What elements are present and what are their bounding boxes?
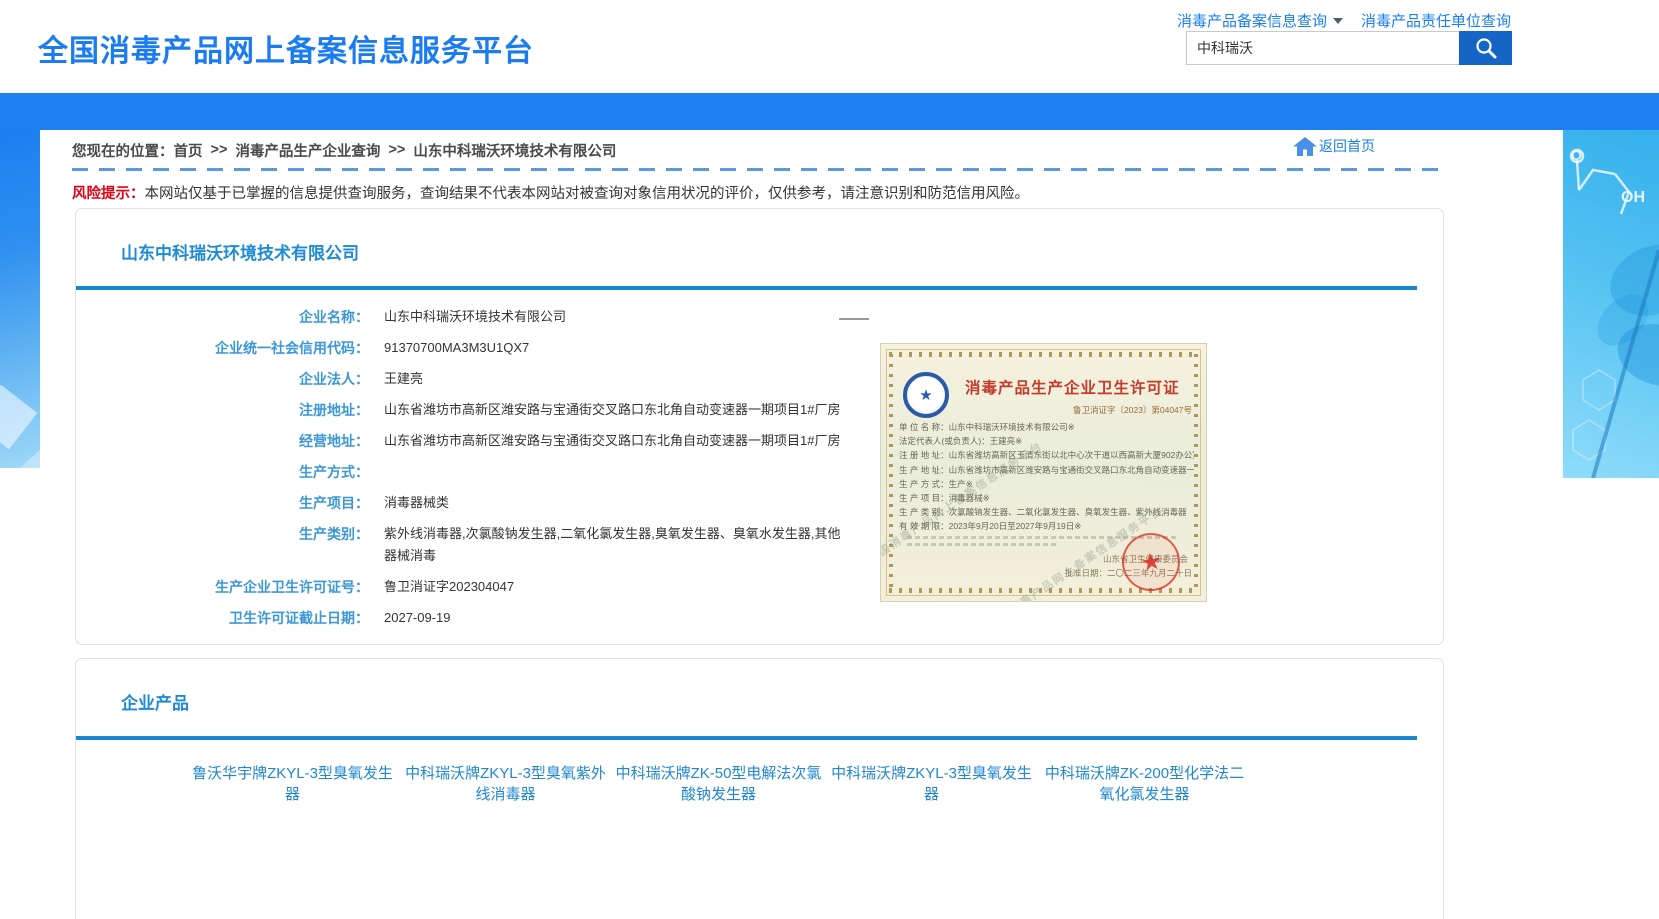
field-row: 企业名称： 山东中科瑞沃环境技术有限公司	[76, 306, 936, 328]
field-row: 生产类别： 紫外线消毒器,次氯酸钠发生器,二氧化氯发生器,臭氧发生器、臭氧水发生…	[76, 523, 936, 567]
card-divider	[76, 736, 1417, 740]
field-value: 山东中科瑞沃环境技术有限公司	[384, 306, 566, 328]
certificate-line: 生 产 地 址：山东省潍坊市高新区潍安路与宝通街交叉路口东北角自动变速器一期项目…	[899, 463, 1194, 477]
certificate-line: 生 产 方 式：生产※	[899, 477, 1194, 491]
field-row: 生产企业卫生许可证号： 鲁卫消证字202304047	[76, 576, 936, 598]
field-label: 生产企业卫生许可证号：	[76, 576, 369, 598]
field-label: 经营地址：	[76, 430, 369, 452]
breadcrumb-home-link[interactable]: 首页	[174, 140, 203, 161]
field-label: 企业名称：	[76, 306, 369, 328]
field-row: 生产项目： 消毒器械类	[76, 492, 936, 514]
decor-shape	[0, 385, 37, 450]
company-info-card: 山东中科瑞沃环境技术有限公司 企业名称： 山东中科瑞沃环境技术有限公司 企业统一…	[75, 208, 1444, 645]
field-label: 企业统一社会信用代码：	[76, 337, 369, 359]
field-row: 注册地址： 山东省潍坊市高新区潍安路与宝通街交叉路口东北角自动变速器一期项目1#…	[76, 399, 936, 421]
certificate-border-ornament	[889, 352, 1198, 357]
products-grid: 鲁沃华宇牌ZKYL-3型臭氧发生器 中科瑞沃牌ZKYL-3型臭氧紫外线消毒器 中…	[186, 763, 1346, 822]
nav-registration-query-link[interactable]: 消毒产品备案信息查询	[1177, 10, 1343, 31]
certificate-line: 有 效 期 限：2023年9月20日至2027年9月19日※	[899, 519, 1194, 533]
search-icon	[1474, 36, 1498, 60]
field-value: 王建亮	[384, 368, 423, 390]
field-value: 91370700MA3M3U1QX7	[384, 337, 529, 359]
search-button[interactable]	[1459, 31, 1512, 65]
field-value: 鲁卫消证字202304047	[384, 576, 514, 598]
main-content: 您现在的位置： 首页 >> 消毒产品生产企业查询 >> 山东中科瑞沃环境技术有限…	[40, 130, 1477, 919]
field-row: 企业法人： 王建亮	[76, 368, 936, 390]
chevron-down-icon	[1333, 18, 1343, 24]
field-value: 山东省潍坊市高新区潍安路与宝通街交叉路口东北角自动变速器一期项目1#厂房	[384, 430, 840, 452]
field-label: 生产类别：	[76, 523, 369, 567]
nav-registration-query-label: 消毒产品备案信息查询	[1177, 10, 1327, 31]
nav-responsible-unit-query-link[interactable]: 消毒产品责任单位查询	[1361, 10, 1511, 31]
breadcrumb-prefix: 您现在的位置：	[72, 140, 174, 161]
license-certificate-image: 全国消毒产品网上备案信息服务平台 全国消毒产品网上备案信息服务平台 消毒产品生产…	[881, 344, 1206, 601]
back-home-label: 返回首页	[1319, 136, 1375, 156]
breadcrumb-current: 山东中科瑞沃环境技术有限公司	[413, 140, 616, 161]
certificate-number: 鲁卫消证字〔2023〕第04047号	[1073, 404, 1192, 416]
risk-notice-label: 风险提示：	[72, 186, 145, 202]
certificate-line: 生 产 类 别：次氯酸钠发生器、二氧化氯发生器、臭氧发生器、紫外线消毒器	[899, 505, 1194, 519]
field-value: 消毒器械类	[384, 492, 449, 514]
field-row: 生产方式：	[76, 461, 936, 483]
risk-notice-text: 本网站仅基于已掌握的信息提供查询服务，查询结果不代表本网站对被查询对象信用状况的…	[145, 186, 1030, 202]
dashed-divider	[72, 168, 1445, 171]
field-row: 经营地址： 山东省潍坊市高新区潍安路与宝通街交叉路口东北角自动变速器一期项目1#…	[76, 430, 936, 452]
card-divider	[76, 286, 1417, 290]
certificate-line: 法定代表人(或负责人)：王建亮※	[899, 434, 1194, 448]
company-name-title: 山东中科瑞沃环境技术有限公司	[121, 239, 359, 264]
field-label: 企业法人：	[76, 368, 369, 390]
certificate-line: 生 产 项 目：消毒器械※	[899, 491, 1194, 505]
risk-notice: 风险提示：本网站仅基于已掌握的信息提供查询服务，查询结果不代表本网站对被查询对象…	[72, 182, 1029, 203]
top-nav: 消毒产品备案信息查询 消毒产品责任单位查询	[1177, 10, 1511, 31]
svg-text:O: O	[1571, 147, 1582, 163]
breadcrumb-separator: >>	[388, 142, 405, 158]
company-fields: 企业名称： 山东中科瑞沃环境技术有限公司 企业统一社会信用代码： 9137070…	[76, 306, 936, 638]
page: { "header": { "title": "全国消毒产品网上备案信息服务平台…	[0, 0, 1659, 919]
health-commission-emblem-icon	[903, 372, 949, 418]
field-label: 生产项目：	[76, 492, 369, 514]
field-row: 卫生许可证截止日期： 2027-09-19	[76, 607, 936, 629]
background-art-right: OH O	[1563, 130, 1659, 478]
svg-text:OH: OH	[1621, 189, 1645, 206]
field-label: 生产方式：	[76, 461, 369, 483]
field-row: 企业统一社会信用代码： 91370700MA3M3U1QX7	[76, 337, 936, 359]
product-link[interactable]: 中科瑞沃牌ZKYL-3型臭氧紫外线消毒器	[399, 763, 612, 805]
search-input[interactable]	[1186, 31, 1459, 65]
breadcrumb: 您现在的位置： 首页 >> 消毒产品生产企业查询 >> 山东中科瑞沃环境技术有限…	[72, 136, 1445, 164]
nav-responsible-unit-query-label: 消毒产品责任单位查询	[1361, 10, 1511, 31]
certificate-line: 注 册 地 址：山东省潍坊高新区玉清东街以北中心次干道以西高新大厦902办公室	[899, 448, 1194, 462]
banner-strip	[0, 93, 1659, 130]
search-bar	[1186, 31, 1512, 65]
product-link[interactable]: 中科瑞沃牌ZK-200型化学法二氧化氯发生器	[1038, 763, 1251, 805]
breadcrumb-separator: >>	[211, 142, 228, 158]
product-link[interactable]: 中科瑞沃牌ZKYL-3型臭氧发生器	[825, 763, 1038, 805]
certificate-body: 单 位 名 称：山东中科瑞沃环境技术有限公司※ 法定代表人(或负责人)：王建亮※…	[899, 420, 1194, 534]
background-art-left	[0, 130, 40, 468]
field-value: 2027-09-19	[384, 607, 451, 629]
product-link[interactable]: 中科瑞沃牌ZK-50型电解法次氯酸钠发生器	[612, 763, 825, 805]
back-home-button[interactable]: 返回首页	[1293, 136, 1375, 156]
home-icon	[1293, 137, 1317, 156]
site-header: 全国消毒产品网上备案信息服务平台 消毒产品备案信息查询 消毒产品责任单位查询	[0, 0, 1659, 93]
company-products-card: 企业产品 鲁沃华宇牌ZKYL-3型臭氧发生器 中科瑞沃牌ZKYL-3型臭氧紫外线…	[75, 658, 1444, 919]
field-value: 紫外线消毒器,次氯酸钠发生器,二氧化氯发生器,臭氧发生器、臭氧水发生器,其他器械…	[384, 523, 846, 567]
certificate-title: 消毒产品生产企业卫生许可证	[965, 376, 1195, 398]
certificate-line: 单 位 名 称：山东中科瑞沃环境技术有限公司※	[899, 420, 1194, 434]
breadcrumb-enterprise-query-link[interactable]: 消毒产品生产企业查询	[235, 140, 380, 161]
product-link[interactable]: 鲁沃华宇牌ZKYL-3型臭氧发生器	[186, 763, 399, 805]
molecule-illustration: OH O	[1563, 130, 1659, 478]
image-artifact-dash	[839, 318, 869, 320]
field-label: 注册地址：	[76, 399, 369, 421]
field-value: 山东省潍坊市高新区潍安路与宝通街交叉路口东北角自动变速器一期项目1#厂房	[384, 399, 840, 421]
field-label: 卫生许可证截止日期：	[76, 607, 369, 629]
site-title: 全国消毒产品网上备案信息服务平台	[38, 26, 534, 70]
products-section-title: 企业产品	[121, 689, 189, 714]
